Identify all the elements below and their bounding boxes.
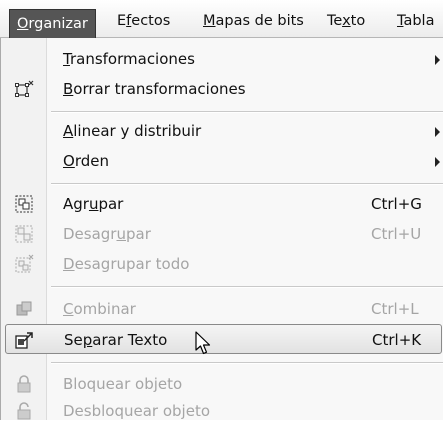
group-icon	[14, 194, 34, 214]
unlock-icon	[14, 401, 34, 421]
ungroup-icon	[14, 224, 34, 244]
menu-item-alinear-y-distribuir[interactable]: Alinear y distribuir	[1, 116, 443, 146]
submenu-arrow-icon	[435, 127, 440, 137]
menu-item-transformaciones[interactable]: Transformaciones	[1, 44, 443, 74]
menu-item-borrar-transformaciones[interactable]: Borrar transformaciones	[1, 74, 443, 104]
menubar-item-organizar[interactable]: Organizar	[9, 9, 96, 38]
menu-item-label: Desagrupar todo	[63, 255, 190, 273]
menubar-item-mapas-de-bits[interactable]: Mapas de bits	[203, 8, 304, 34]
menu-separator	[51, 362, 443, 364]
menu-item-label: Borrar transformaciones	[63, 80, 246, 98]
menu-item-label: Alinear y distribuir	[63, 122, 202, 140]
menu-separator	[51, 183, 443, 185]
shortcut-label: Ctrl+U	[371, 225, 422, 243]
menu-item-bloquear-objeto[interactable]: Bloquear objeto	[1, 369, 443, 399]
menu-item-combinar[interactable]: Combinar Ctrl+L	[1, 294, 443, 324]
menubar-item-texto[interactable]: Texto	[327, 8, 365, 34]
menu-item-desbloquear-objeto[interactable]: Desbloquear objeto	[1, 396, 443, 426]
menu-separator	[51, 111, 443, 113]
combine-icon	[14, 299, 34, 319]
menu-item-label: Combinar	[63, 300, 136, 318]
lock-icon	[14, 374, 34, 394]
shortcut-label: Ctrl+L	[371, 300, 419, 318]
ungroup-all-icon	[14, 254, 34, 274]
menubar-item-tabla[interactable]: Tabla	[397, 8, 434, 34]
menu-item-label: Orden	[63, 152, 109, 170]
menu-bar: Organizar Efectos Mapas de bits Texto Ta…	[0, 0, 443, 38]
menu-item-label: Agrupar	[63, 195, 124, 213]
submenu-arrow-icon	[435, 55, 440, 65]
menu-item-label: Desbloquear objeto	[63, 402, 210, 420]
break-apart-icon	[15, 330, 35, 350]
menu-item-label: Bloquear objeto	[63, 375, 183, 393]
submenu-arrow-icon	[435, 157, 440, 167]
menubar-item-efectos[interactable]: Efectos	[117, 8, 170, 34]
menu-item-label: Transformaciones	[63, 50, 195, 68]
shortcut-label: Ctrl+G	[371, 195, 422, 213]
menu-item-desagrupar-todo[interactable]: Desagrupar todo	[1, 249, 443, 279]
menu-item-separar-texto[interactable]: Separar Texto Ctrl+K	[5, 324, 442, 354]
menu-item-label: Desagrupar	[63, 225, 151, 243]
clear-transform-icon	[14, 79, 34, 99]
menu-item-label: Separar Texto	[64, 331, 168, 349]
mouse-pointer-icon	[195, 331, 213, 357]
menu-item-orden[interactable]: Orden	[1, 146, 443, 176]
menu-item-agrupar[interactable]: Agrupar Ctrl+G	[1, 189, 443, 219]
menu-item-desagrupar[interactable]: Desagrupar Ctrl+U	[1, 219, 443, 249]
menu-separator	[51, 286, 443, 288]
organizar-dropdown-menu: Transformaciones Borrar transformaciones…	[0, 38, 443, 420]
shortcut-label: Ctrl+K	[372, 331, 422, 349]
